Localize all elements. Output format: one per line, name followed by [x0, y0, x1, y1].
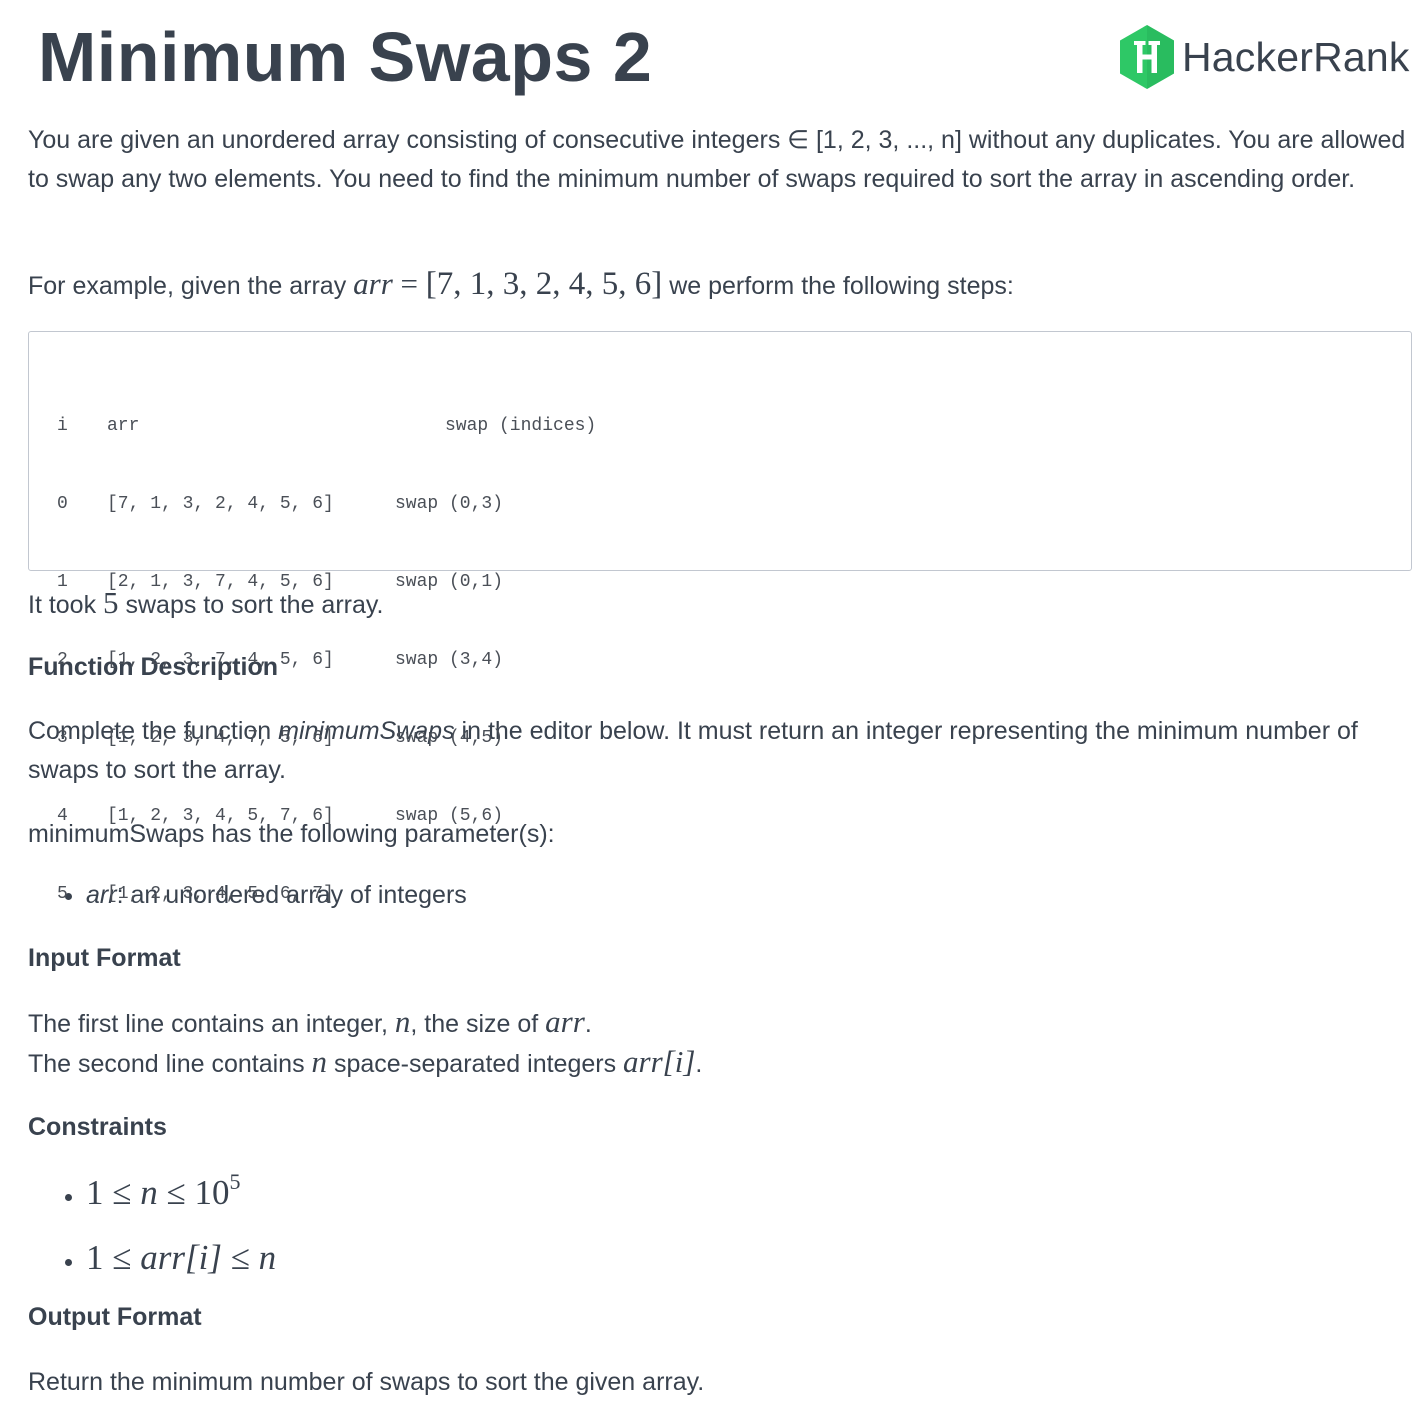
- page-title: Minimum Swaps 2: [38, 18, 653, 96]
- if-line2-prefix: The second line contains: [28, 1050, 312, 1078]
- c1-op2: ≤: [157, 1173, 195, 1212]
- steps-row-swap: swap (0,3): [395, 494, 504, 514]
- var-index: [i]: [662, 1044, 696, 1079]
- steps-row-arr: [1, 2, 3, 4, 7, 5, 6]: [107, 728, 334, 748]
- hackerrank-hex-icon: [1120, 25, 1174, 89]
- c2-rhs: n: [258, 1238, 277, 1277]
- c1-base: 10: [194, 1173, 230, 1212]
- list-item: 1 ≤ arr[i] ≤ n: [86, 1234, 1412, 1296]
- hackerrank-logo[interactable]: HackerRank: [1117, 22, 1410, 92]
- steps-row-arr: [7, 1, 3, 2, 4, 5, 6]: [107, 494, 334, 514]
- constraints-heading: Constraints: [28, 1113, 167, 1141]
- steps-row: 2 [1, 2, 3, 7, 4, 5, 6] swap (3,4): [57, 647, 596, 673]
- if-line1-prefix: The first line contains an integer,: [28, 1010, 395, 1038]
- example-arr-value: [7, 1, 3, 2, 4, 5, 6]: [425, 266, 663, 302]
- steps-header-i: i: [57, 416, 68, 436]
- steps-row-i: 3: [57, 728, 68, 748]
- if-line1-mid: , the size of: [410, 1010, 546, 1038]
- var-arr: arr: [545, 1004, 585, 1039]
- c2-idx: [i]: [184, 1238, 222, 1277]
- steps-row-i: 4: [57, 806, 68, 826]
- input-format-line2: The second line contains n space-separat…: [28, 1042, 1412, 1082]
- c1-lhs: 1: [86, 1173, 104, 1212]
- example-equals: =: [392, 266, 426, 301]
- steps-row-i: 1: [57, 572, 68, 592]
- list-item: 1 ≤ n ≤ 105: [86, 1169, 1412, 1234]
- if-line2-mid: space-separated integers: [327, 1050, 624, 1078]
- steps-row-arr: [1, 2, 3, 4, 5, 6, 7]: [107, 884, 334, 904]
- steps-row: 1 [2, 1, 3, 7, 4, 5, 6] swap (0,1): [57, 569, 596, 595]
- var-n: n: [311, 1044, 328, 1079]
- steps-row-arr: [2, 1, 3, 7, 4, 5, 6]: [107, 572, 334, 592]
- steps-row: 0 [7, 1, 3, 2, 4, 5, 6] swap (0,3): [57, 491, 596, 517]
- if-line1-end: .: [584, 1010, 592, 1038]
- steps-row-i: 5: [57, 884, 68, 904]
- steps-row-i: 0: [57, 494, 68, 514]
- steps-row: 3 [1, 2, 3, 4, 7, 5, 6] swap (4,5): [57, 725, 596, 751]
- brand-name: HackerRank: [1182, 33, 1410, 80]
- steps-row-arr: [1, 2, 3, 4, 5, 7, 6]: [107, 806, 334, 826]
- steps-row-swap: swap (0,1): [395, 572, 504, 592]
- steps-table: i arr swap (indices) 0 [7, 1, 3, 2, 4, 5, 6…: [57, 361, 596, 959]
- c2-lhs: 1: [86, 1238, 104, 1277]
- steps-row-swap: swap (4,5): [395, 728, 504, 748]
- steps-header-row: i arr swap (indices): [57, 413, 596, 439]
- steps-row-i: 2: [57, 650, 68, 670]
- c1-exp: 5: [229, 1169, 241, 1194]
- c1-op1: ≤: [103, 1173, 141, 1212]
- intro-paragraph: You are given an unordered array consist…: [28, 126, 1406, 193]
- steps-row-swap: swap (3,4): [395, 650, 504, 670]
- steps-header-swap: swap (indices): [445, 416, 597, 436]
- output-format-paragraph: Return the minimum number of swaps to so…: [28, 1368, 705, 1396]
- input-format-line1: The first line contains an integer, n, t…: [28, 1002, 1412, 1042]
- example-arr-var: arr: [353, 266, 393, 301]
- c2-var: arr: [140, 1238, 185, 1277]
- c2-op2: ≤: [221, 1238, 259, 1277]
- if-line2-end: .: [695, 1050, 703, 1078]
- c2-op1: ≤: [103, 1238, 141, 1277]
- example-paragraph: For example, given the array arr = [7, 1…: [28, 263, 1412, 305]
- example-prefix: For example, given the array: [28, 272, 354, 300]
- steps-code-block: i arr swap (indices) 0 [7, 1, 3, 2, 4, 5, 6…: [28, 331, 1412, 904]
- steps-row-arr: [1, 2, 3, 7, 4, 5, 6]: [107, 650, 334, 670]
- steps-header-arr: arr: [107, 416, 140, 436]
- steps-row: 5 [1, 2, 3, 4, 5, 6, 7]: [57, 881, 596, 907]
- problem-statement: You are given an unordered array consist…: [28, 121, 1412, 1402]
- var-n: n: [394, 1004, 411, 1039]
- var-arr: arr: [623, 1044, 663, 1079]
- steps-row-swap: swap (5,6): [395, 806, 504, 826]
- example-suffix: we perform the following steps:: [662, 272, 1014, 300]
- output-format-heading: Output Format: [28, 1303, 202, 1331]
- constraints-list: 1 ≤ n ≤ 105 1 ≤ arr[i] ≤ n: [28, 1169, 1412, 1296]
- steps-row: 4 [1, 2, 3, 4, 5, 7, 6] swap (5,6): [57, 803, 596, 829]
- c1-var: n: [140, 1173, 158, 1212]
